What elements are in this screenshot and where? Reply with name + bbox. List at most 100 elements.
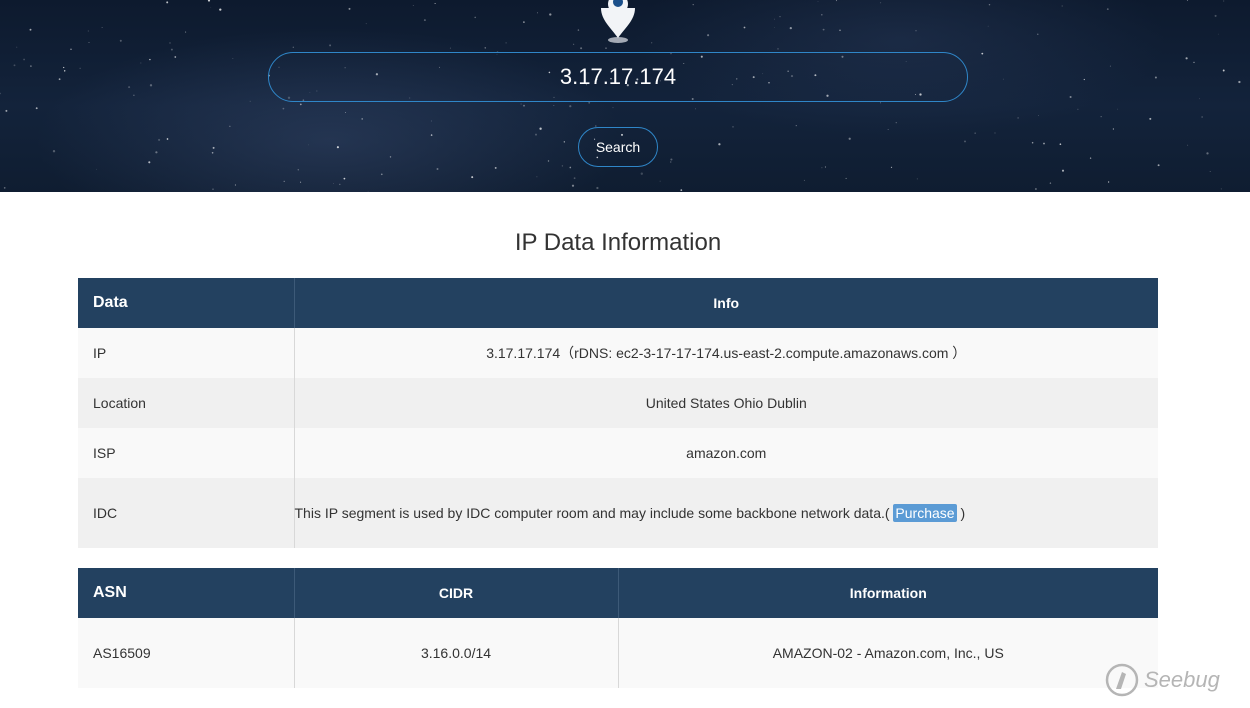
star xyxy=(219,8,222,11)
star xyxy=(1089,157,1092,159)
star xyxy=(30,65,32,67)
star xyxy=(23,58,25,61)
star xyxy=(329,44,332,47)
star xyxy=(210,6,212,8)
star xyxy=(817,1,819,2)
star xyxy=(166,138,169,140)
star xyxy=(692,4,694,6)
star xyxy=(1187,144,1189,146)
star xyxy=(707,34,710,37)
row-label: IDC xyxy=(78,478,294,548)
column-header-cidr: CIDR xyxy=(293,568,618,618)
star xyxy=(822,28,825,31)
star xyxy=(994,132,996,134)
star xyxy=(964,140,966,143)
star xyxy=(1061,5,1063,7)
star xyxy=(249,100,251,102)
table-row-idc: IDC This IP segment is used by IDC compu… xyxy=(78,478,1158,548)
row-value-isp: amazon.com xyxy=(293,428,1158,478)
star xyxy=(1199,98,1200,100)
star xyxy=(1077,108,1079,110)
star xyxy=(155,151,158,154)
ip-search-input[interactable] xyxy=(268,52,968,102)
star xyxy=(158,138,161,141)
star xyxy=(777,48,779,50)
star xyxy=(1034,188,1037,190)
section-title: IP Data Information xyxy=(514,229,722,256)
row-label: Location xyxy=(78,378,294,428)
star xyxy=(1002,78,1004,80)
star xyxy=(234,184,236,186)
star xyxy=(344,111,346,113)
hero-banner: Search xyxy=(0,0,1250,192)
star xyxy=(680,189,683,191)
star xyxy=(283,180,285,183)
watermark-text: Seebug xyxy=(1144,667,1220,692)
star xyxy=(361,118,363,120)
star xyxy=(292,46,294,48)
star xyxy=(1206,152,1209,155)
star xyxy=(789,26,792,30)
star xyxy=(774,27,775,28)
star xyxy=(389,156,392,158)
star xyxy=(824,166,826,168)
star xyxy=(1059,143,1062,146)
star xyxy=(573,43,575,45)
purchase-link[interactable]: Purchase xyxy=(893,504,957,522)
information-value: AMAZON-02 - Amazon.com, Inc., US xyxy=(617,618,1158,688)
seebug-logo-icon xyxy=(1105,663,1139,697)
star xyxy=(1100,116,1102,118)
star xyxy=(471,176,474,179)
star xyxy=(549,13,552,16)
star xyxy=(536,176,538,178)
star xyxy=(423,19,426,22)
star xyxy=(232,58,234,59)
star xyxy=(1220,188,1222,190)
idc-description: This IP segment is used by IDC computer … xyxy=(294,505,894,521)
star xyxy=(718,143,721,146)
star xyxy=(563,141,565,143)
star xyxy=(449,47,451,49)
star xyxy=(835,0,837,2)
star xyxy=(333,183,334,184)
star xyxy=(128,86,131,89)
star xyxy=(149,58,151,61)
star xyxy=(1238,80,1241,84)
star xyxy=(63,66,65,69)
star xyxy=(207,0,211,2)
star xyxy=(63,70,66,72)
star xyxy=(553,105,555,106)
star xyxy=(96,168,97,170)
star xyxy=(484,47,486,49)
star xyxy=(839,29,841,32)
star xyxy=(430,120,432,122)
star xyxy=(547,160,550,162)
star xyxy=(1061,169,1065,172)
star xyxy=(88,42,90,44)
star xyxy=(412,4,414,6)
star xyxy=(1069,95,1072,99)
star xyxy=(535,133,537,136)
search-button[interactable]: Search xyxy=(578,127,658,167)
star xyxy=(212,146,215,149)
star xyxy=(87,30,89,32)
star xyxy=(436,168,439,170)
star xyxy=(1083,78,1085,81)
star xyxy=(573,177,576,180)
star xyxy=(212,188,214,190)
star xyxy=(505,42,507,44)
star xyxy=(119,39,122,42)
star xyxy=(821,13,823,16)
star xyxy=(605,47,607,49)
table-row: AS16509 3.16.0.0/14 AMAZON-02 - Amazon.c… xyxy=(78,618,1158,688)
star xyxy=(640,172,643,175)
star xyxy=(0,92,1,95)
star xyxy=(1106,8,1109,11)
star xyxy=(58,78,61,81)
star xyxy=(1117,108,1119,110)
star xyxy=(1149,117,1152,120)
asn-value: AS16509 xyxy=(78,618,294,688)
star xyxy=(1031,141,1034,144)
star xyxy=(987,25,989,27)
star xyxy=(29,28,32,31)
